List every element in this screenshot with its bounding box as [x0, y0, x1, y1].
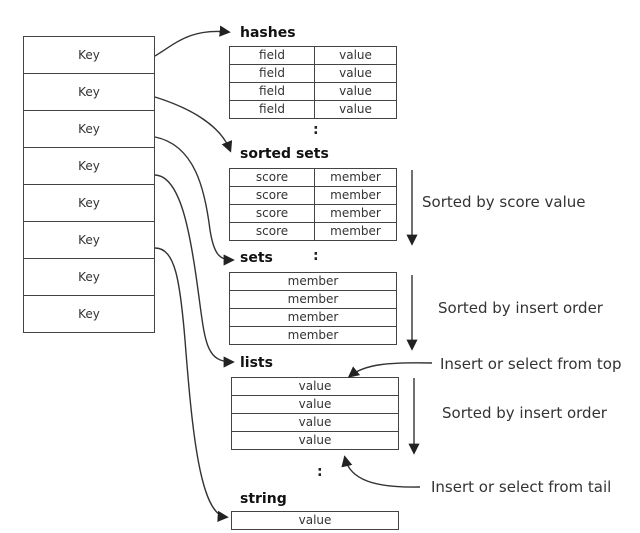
- arrow-insert-top: [347, 362, 433, 378]
- arrow-key-to-hashes: [154, 25, 231, 57]
- connector-layer: [154, 25, 433, 522]
- arrow-key-to-string: [154, 247, 229, 522]
- arrow-key-to-sets: [154, 136, 235, 266]
- arrow-key-to-sorted-sets: [154, 96, 233, 153]
- arrow-insert-tail: [341, 455, 421, 488]
- arrow-key-to-lists: [154, 174, 235, 368]
